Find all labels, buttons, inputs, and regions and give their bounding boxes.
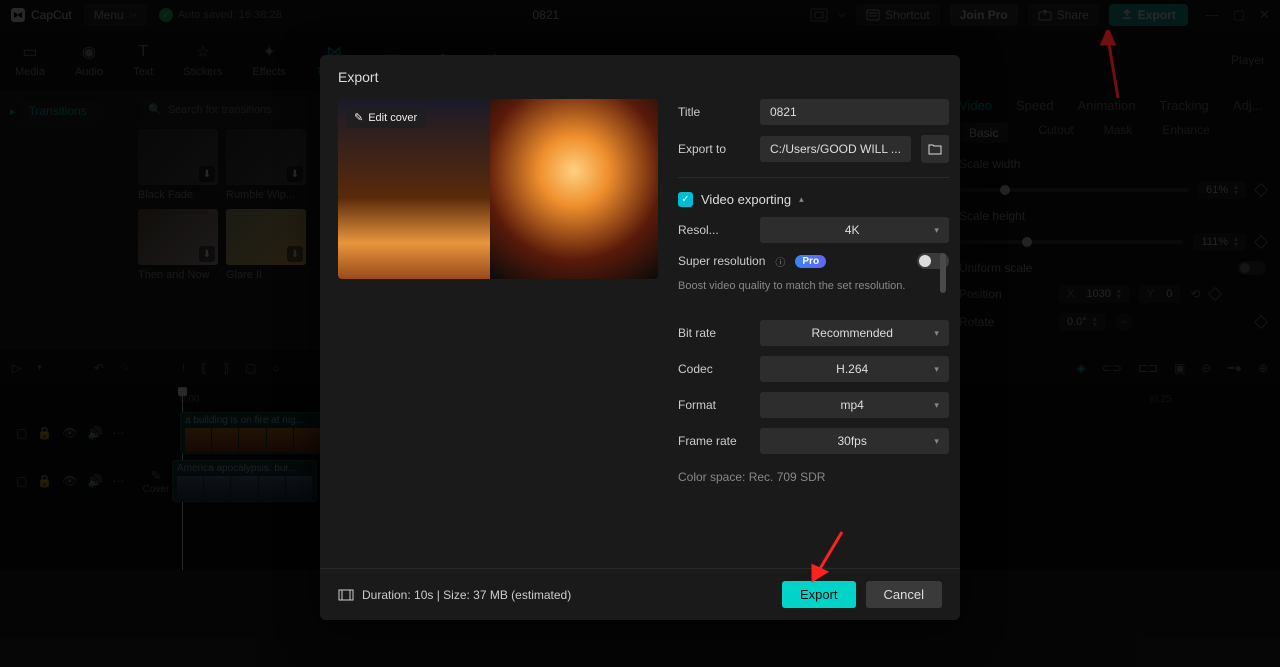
folder-icon <box>928 143 942 155</box>
video-exporting-section[interactable]: ✓ Video exporting ▴ <box>678 192 949 207</box>
edit-cover-button[interactable]: ✎ Edit cover <box>346 107 425 128</box>
export-confirm-button[interactable]: Export <box>782 581 856 608</box>
resolution-dropdown[interactable]: 4K▾ <box>760 217 949 243</box>
video-preview: ✎ Edit cover <box>338 99 658 279</box>
codec-label: Codec <box>678 362 750 376</box>
bitrate-label: Bit rate <box>678 326 750 340</box>
codec-dropdown[interactable]: H.264▾ <box>760 356 949 382</box>
exportto-label: Export to <box>678 142 750 156</box>
chevron-down-icon: ▾ <box>934 400 939 411</box>
chevron-down-icon: ▾ <box>934 225 939 236</box>
modal-form: Title 0821 Export to C:/Users/GOOD WILL … <box>678 99 949 568</box>
chevron-up-icon[interactable]: ▴ <box>799 194 804 205</box>
pencil-icon: ✎ <box>354 111 363 124</box>
duration-info: Duration: 10s | Size: 37 MB (estimated) <box>338 588 782 602</box>
cancel-button[interactable]: Cancel <box>866 581 942 608</box>
annotation-arrow-2 <box>810 528 850 584</box>
resolution-label: Resol... <box>678 223 750 237</box>
film-icon <box>338 589 354 601</box>
browse-folder-button[interactable] <box>921 135 949 163</box>
format-dropdown[interactable]: mp4▾ <box>760 392 949 418</box>
bitrate-dropdown[interactable]: Recommended▾ <box>760 320 949 346</box>
modal-scrollbar[interactable] <box>940 253 946 293</box>
super-resolution-label: Super resolution <box>678 254 765 268</box>
modal-footer: Duration: 10s | Size: 37 MB (estimated) … <box>320 568 960 620</box>
framerate-label: Frame rate <box>678 434 750 448</box>
title-label: Title <box>678 105 750 119</box>
checkbox-icon[interactable]: ✓ <box>678 192 693 207</box>
pro-badge: Pro <box>795 255 826 268</box>
exportto-input[interactable]: C:/Users/GOOD WILL ... <box>760 136 911 162</box>
chevron-down-icon: ▾ <box>934 328 939 339</box>
modal-preview-column: ✎ Edit cover <box>338 99 658 568</box>
colorspace-text: Color space: Rec. 709 SDR <box>678 470 949 484</box>
info-icon[interactable]: ⓘ <box>775 254 785 269</box>
export-modal: Export ✎ Edit cover Title 0821 Export to… <box>320 55 960 620</box>
chevron-down-icon: ▾ <box>934 436 939 447</box>
chevron-down-icon: ▾ <box>934 364 939 375</box>
super-resolution-help: Boost video quality to match the set res… <box>678 279 949 294</box>
modal-title: Export <box>320 55 960 99</box>
title-input[interactable]: 0821 <box>760 99 949 125</box>
framerate-dropdown[interactable]: 30fps▾ <box>760 428 949 454</box>
format-label: Format <box>678 398 750 412</box>
